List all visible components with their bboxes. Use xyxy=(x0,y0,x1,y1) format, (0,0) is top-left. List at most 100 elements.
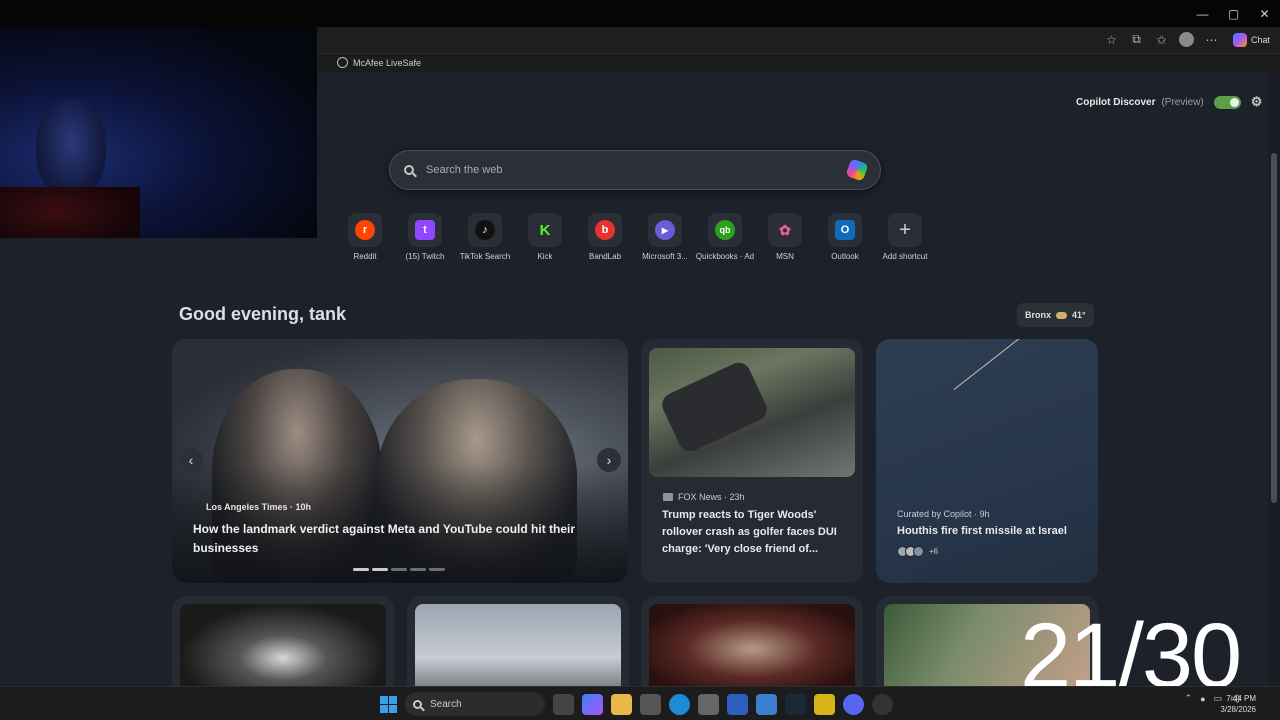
shortcut-msn[interactable]: ✿ MSN xyxy=(755,213,815,261)
discover-preview: (Preview) xyxy=(1161,96,1204,108)
weather-temp: 41° xyxy=(1072,310,1086,320)
news-card[interactable] xyxy=(641,596,863,686)
minimize-button[interactable]: — xyxy=(1187,0,1218,27)
kick-icon: K xyxy=(539,221,551,239)
shortcut-label: TikTok Search xyxy=(459,252,511,261)
shortcut-reddit[interactable]: r Reddit xyxy=(335,213,395,261)
news-image xyxy=(415,604,621,686)
news-image xyxy=(180,604,386,686)
news-card[interactable] xyxy=(407,596,629,686)
discover-toggle[interactable] xyxy=(1213,95,1241,109)
file-explorer-icon[interactable] xyxy=(611,693,632,715)
favorite-star-icon[interactable]: ☆ xyxy=(1102,30,1121,49)
carousel-prev-button[interactable]: ‹ xyxy=(179,448,203,472)
window-controls: — ▢ ✕ xyxy=(1187,0,1280,27)
copilot-chat-button[interactable]: Chat xyxy=(1227,32,1276,47)
car-image xyxy=(658,358,771,456)
shortcut-label: Outlook xyxy=(831,252,859,261)
news-headline[interactable]: Houthis fire first missile at Israel xyxy=(897,525,1067,537)
close-button[interactable]: ✕ xyxy=(1249,0,1280,27)
webcam-person xyxy=(36,99,106,197)
maximize-button[interactable]: ▢ xyxy=(1218,0,1249,27)
store-icon[interactable] xyxy=(698,693,719,715)
shortcut-bandlab[interactable]: b BandLab xyxy=(575,213,635,261)
extensions-icon[interactable]: ⧉ xyxy=(1127,30,1146,49)
app-icon[interactable] xyxy=(727,693,748,715)
publisher-icon xyxy=(663,493,673,501)
missile-trail-image xyxy=(953,339,1097,390)
favorite-mcafee[interactable]: McAfee LiveSafe xyxy=(337,57,421,68)
tiktok-icon: ♪ xyxy=(475,220,495,240)
cloud-icon xyxy=(1056,311,1068,319)
gear-icon[interactable]: ⚙ xyxy=(1251,94,1263,110)
news-card[interactable]: Curated by Copilot · 9h Houthis fire fir… xyxy=(876,339,1098,583)
task-view-icon[interactable] xyxy=(553,693,574,715)
hero-news-card[interactable]: ‹ › Los Angeles Times · 10h How the land… xyxy=(172,339,628,583)
shortcut-twitch[interactable]: t (15) Twitch xyxy=(395,213,455,261)
shortcut-label: BandLab xyxy=(588,252,622,261)
globe-icon xyxy=(337,57,348,68)
scroll-thumb[interactable] xyxy=(1271,153,1277,503)
discover-label: Copilot Discover xyxy=(1076,96,1156,108)
discord-icon[interactable] xyxy=(843,693,864,715)
screen: — ▢ ✕ ☆ ⧉ ✩ ⋯ Chat McAfee LiveSafe Copil… xyxy=(0,0,1280,720)
shortcut-outlook[interactable]: O Outlook xyxy=(815,213,875,261)
shortcut-label: Add shortcut xyxy=(882,252,928,261)
carousel-dot[interactable] xyxy=(353,568,369,571)
carousel-next-button[interactable]: › xyxy=(597,448,621,472)
hero-headline[interactable]: How the landmark verdict against Meta an… xyxy=(193,520,603,558)
mic-icon[interactable]: ● xyxy=(1200,694,1205,704)
news-card[interactable] xyxy=(172,596,394,686)
carousel-dot[interactable] xyxy=(410,568,426,571)
taskbar: Search ⌃ ● ▭ ◁) 7:44 PM 3/28/2026 xyxy=(0,686,1280,720)
shortcut-quickbooks[interactable]: qb Quickbooks · Ad xyxy=(695,213,755,261)
greeting-heading: Good evening, tank xyxy=(179,304,347,324)
copilot-discover-control: Copilot Discover (Preview) ⚙ xyxy=(1076,94,1262,110)
news-headline[interactable]: Trump reacts to Tiger Woods' rollover cr… xyxy=(662,507,847,558)
profile-avatar[interactable] xyxy=(1177,30,1196,49)
app-icon[interactable] xyxy=(814,693,835,715)
hero-source: Los Angeles Times · 10h xyxy=(206,502,312,512)
steam-icon[interactable] xyxy=(785,693,806,715)
plus-icon: + xyxy=(899,218,911,241)
shortcut-label: Kick xyxy=(537,252,553,261)
shortcuts-row: r Reddit t (15) Twitch ♪ TikTok Search K Kic… xyxy=(335,213,935,261)
taskbar-search[interactable]: Search xyxy=(405,692,545,716)
shortcut-kick[interactable]: K Kick xyxy=(515,213,575,261)
copilot-search-icon[interactable] xyxy=(845,158,869,182)
news-image xyxy=(649,348,855,477)
app-icon[interactable] xyxy=(640,693,661,715)
shortcut-tiktok[interactable]: ♪ TikTok Search xyxy=(455,213,515,261)
twitch-icon: t xyxy=(415,220,435,240)
web-search-box[interactable]: Search the web xyxy=(389,150,881,190)
windows-start-icon[interactable] xyxy=(380,695,397,713)
mail-icon[interactable] xyxy=(756,693,777,715)
add-shortcut-button[interactable]: + Add shortcut xyxy=(875,213,935,261)
chevron-up-icon[interactable]: ⌃ xyxy=(1185,693,1193,704)
search-icon xyxy=(404,165,414,175)
outlook-icon: O xyxy=(835,220,855,240)
app-icon[interactable] xyxy=(872,693,893,715)
shortcut-label: Microsoft 3... xyxy=(642,252,688,261)
more-menu-icon[interactable]: ⋯ xyxy=(1202,30,1221,49)
page-scrollbar[interactable] xyxy=(1268,73,1280,686)
copilot-app-icon[interactable] xyxy=(582,693,603,715)
shortcut-microsoft[interactable]: ▶ Microsoft 3... xyxy=(635,213,695,261)
source-avatars: +6 xyxy=(897,546,938,557)
taskbar-clock[interactable]: 7:44 PM 3/28/2026 xyxy=(1220,693,1256,715)
title-bar: — ▢ ✕ xyxy=(0,0,1280,27)
carousel-dot[interactable] xyxy=(429,568,445,571)
carousel-dot[interactable] xyxy=(372,568,388,571)
news-card[interactable]: FOX News · 23h Trump reacts to Tiger Woo… xyxy=(641,339,863,583)
webcam-overlay xyxy=(0,27,317,238)
bandlab-icon: b xyxy=(595,220,615,240)
shortcut-label: Quickbooks · Ad xyxy=(695,252,755,261)
edge-icon[interactable] xyxy=(669,693,690,715)
chat-label: Chat xyxy=(1250,34,1270,45)
clock-date: 3/28/2026 xyxy=(1220,705,1256,714)
carousel-dot[interactable] xyxy=(391,568,407,571)
weather-widget[interactable]: Bronx 41° xyxy=(1017,303,1094,327)
news-source: FOX News · 23h xyxy=(678,492,745,502)
search-input[interactable]: Search the web xyxy=(426,164,848,176)
favorites-icon[interactable]: ✩ xyxy=(1152,30,1171,49)
